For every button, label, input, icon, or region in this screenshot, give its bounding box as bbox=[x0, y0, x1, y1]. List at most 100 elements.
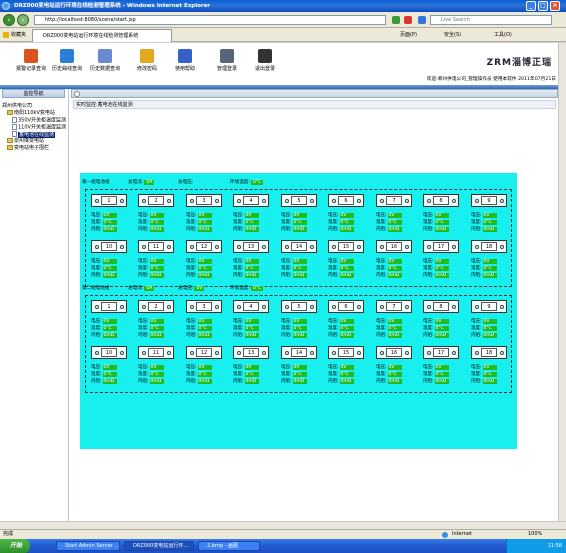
url-input[interactable]: http://localhost:8080/scene/start.jsp bbox=[34, 15, 386, 25]
cell-voltage-label: 电压: bbox=[376, 319, 387, 324]
cell-box[interactable]: 13 bbox=[233, 346, 269, 359]
cell-temperature-row: 温度: 0°C bbox=[233, 325, 259, 331]
cell-resistance-row: 内阻: 0mΩ bbox=[471, 332, 497, 338]
cell-resistance-value: 0mΩ bbox=[482, 227, 497, 232]
cell-resistance-row: 内阻: 0mΩ bbox=[423, 226, 449, 232]
cell-box[interactable]: 14 bbox=[281, 346, 317, 359]
cell-box[interactable]: 1 bbox=[91, 300, 127, 313]
cell-box[interactable]: 9 bbox=[471, 194, 507, 207]
cell-box[interactable]: 12 bbox=[186, 346, 222, 359]
status-bar: 完成 Internet 100% bbox=[0, 529, 566, 539]
horizontal-scrollbar[interactable] bbox=[0, 521, 566, 529]
toolbar-button[interactable]: 使用帮助 bbox=[168, 49, 202, 72]
cell-box[interactable]: 6 bbox=[328, 300, 364, 313]
status-led-icon bbox=[167, 351, 171, 355]
cell-voltage-label: 电压: bbox=[423, 319, 434, 324]
cell-box[interactable]: 12 bbox=[186, 240, 222, 253]
cell-number: 6 bbox=[338, 302, 354, 311]
cell-box[interactable]: 3 bbox=[186, 300, 222, 313]
cell-box[interactable]: 8 bbox=[423, 194, 459, 207]
tree-item[interactable]: 变电站电子围栏 bbox=[7, 145, 49, 152]
cell-resistance-label: 内阻: bbox=[423, 227, 434, 232]
status-led-icon bbox=[475, 351, 479, 355]
cell-box[interactable]: 10 bbox=[91, 240, 127, 253]
cell-temperature-value: 0°C bbox=[244, 220, 259, 225]
toolbar-button[interactable]: 历史数据查询 bbox=[88, 49, 122, 72]
cell-box[interactable]: 7 bbox=[376, 194, 412, 207]
favorites-button[interactable]: 收藏夹 bbox=[11, 28, 26, 42]
cell-box[interactable]: 9 bbox=[471, 300, 507, 313]
start-button[interactable]: 开始 bbox=[0, 539, 30, 553]
cell-box[interactable]: 11 bbox=[138, 240, 174, 253]
taskbar-item[interactable]: 2.bmp - 画图 bbox=[198, 541, 260, 551]
battery-cell: 13 电压: 0V 温度: 0°C 内阻: 0mΩ bbox=[233, 240, 269, 278]
cell-number: 15 bbox=[338, 348, 354, 357]
tools-menu[interactable]: 工具(O) bbox=[494, 28, 512, 42]
cell-box[interactable]: 11 bbox=[138, 346, 174, 359]
zoom-level[interactable]: 100% bbox=[528, 530, 542, 539]
battery-cell: 6 电压: 0V 温度: 0°C 内阻: 0mΩ bbox=[328, 300, 364, 338]
cell-box[interactable]: 17 bbox=[423, 240, 459, 253]
cell-box[interactable]: 10 bbox=[91, 346, 127, 359]
safety-menu[interactable]: 安全(S) bbox=[444, 28, 461, 42]
cell-temperature-label: 温度: bbox=[423, 266, 434, 271]
cell-box[interactable]: 2 bbox=[138, 194, 174, 207]
cell-voltage-label: 电压: bbox=[138, 365, 149, 370]
cell-voltage-label: 电压: bbox=[281, 365, 292, 370]
browser-tab[interactable]: DRZ000变电站运行环境在线检测管理系统 bbox=[32, 29, 172, 42]
cell-box[interactable]: 15 bbox=[328, 240, 364, 253]
cell-box[interactable]: 16 bbox=[376, 240, 412, 253]
cell-box[interactable]: 15 bbox=[328, 346, 364, 359]
cell-box[interactable]: 6 bbox=[328, 194, 364, 207]
taskbar-item-active[interactable]: DRZ000变电站运行环... bbox=[124, 541, 194, 551]
collapse-icon[interactable] bbox=[74, 91, 80, 97]
cell-resistance-value: 0mΩ bbox=[434, 227, 449, 232]
cell-resistance-label: 内阻: bbox=[138, 333, 149, 338]
cell-resistance-row: 内阻: 0mΩ bbox=[186, 378, 212, 384]
cell-box[interactable]: 16 bbox=[376, 346, 412, 359]
cell-box[interactable]: 5 bbox=[281, 300, 317, 313]
search-input[interactable]: Live Search bbox=[430, 15, 552, 25]
taskbar-item[interactable]: Start Admin Server ... bbox=[56, 541, 120, 551]
toolbar-button[interactable]: 退出登录 bbox=[248, 49, 282, 72]
cell-box[interactable]: 18 bbox=[471, 346, 507, 359]
tree-item[interactable]: 南阳110kV变电站 bbox=[7, 110, 55, 117]
vertical-scrollbar[interactable] bbox=[558, 43, 566, 521]
tree-item[interactable]: 郑州供电公司 bbox=[2, 103, 32, 110]
cell-temperature-label: 温度: bbox=[423, 326, 434, 331]
cell-box[interactable]: 7 bbox=[376, 300, 412, 313]
cell-box[interactable]: 4 bbox=[233, 300, 269, 313]
stop-icon[interactable] bbox=[404, 16, 412, 24]
close-button[interactable]: × bbox=[550, 1, 560, 11]
cell-temperature-label: 温度: bbox=[471, 220, 482, 225]
back-button[interactable]: ‹ bbox=[3, 14, 15, 26]
cell-box[interactable]: 13 bbox=[233, 240, 269, 253]
cell-box[interactable]: 2 bbox=[138, 300, 174, 313]
cell-box[interactable]: 5 bbox=[281, 194, 317, 207]
cell-resistance-label: 内阻: bbox=[423, 379, 434, 384]
maximize-button[interactable]: □ bbox=[538, 1, 548, 11]
cell-box[interactable]: 4 bbox=[233, 194, 269, 207]
cell-box[interactable]: 14 bbox=[281, 240, 317, 253]
cell-temperature-value: 0°C bbox=[482, 220, 497, 225]
toolbar-button[interactable]: 历史曲线查询 bbox=[50, 49, 84, 72]
cell-resistance-row: 内阻: 0mΩ bbox=[233, 378, 259, 384]
cell-box[interactable]: 8 bbox=[423, 300, 459, 313]
cell-box[interactable]: 18 bbox=[471, 240, 507, 253]
cell-resistance-value: 0mΩ bbox=[102, 379, 117, 384]
toolbar-button[interactable]: 管理登录 bbox=[210, 49, 244, 72]
cell-box[interactable]: 17 bbox=[423, 346, 459, 359]
cell-box[interactable]: 1 bbox=[91, 194, 127, 207]
tree-item[interactable]: 泉州降变电站 bbox=[7, 138, 44, 145]
cell-box[interactable]: 3 bbox=[186, 194, 222, 207]
refresh-icon[interactable] bbox=[392, 16, 400, 24]
cell-resistance-label: 内阻: bbox=[91, 273, 102, 278]
page-menu[interactable]: 页面(P) bbox=[400, 28, 417, 42]
cell-number: 10 bbox=[101, 242, 117, 251]
toolbar-button[interactable]: 修改密码 bbox=[130, 49, 164, 72]
minimize-button[interactable]: _ bbox=[526, 1, 536, 11]
cell-voltage-label: 电压: bbox=[471, 319, 482, 324]
forward-button[interactable]: › bbox=[17, 14, 29, 26]
toolbar-button[interactable]: 报警记录查询 bbox=[14, 49, 48, 72]
total-current: 总电流: 0A bbox=[128, 179, 155, 185]
